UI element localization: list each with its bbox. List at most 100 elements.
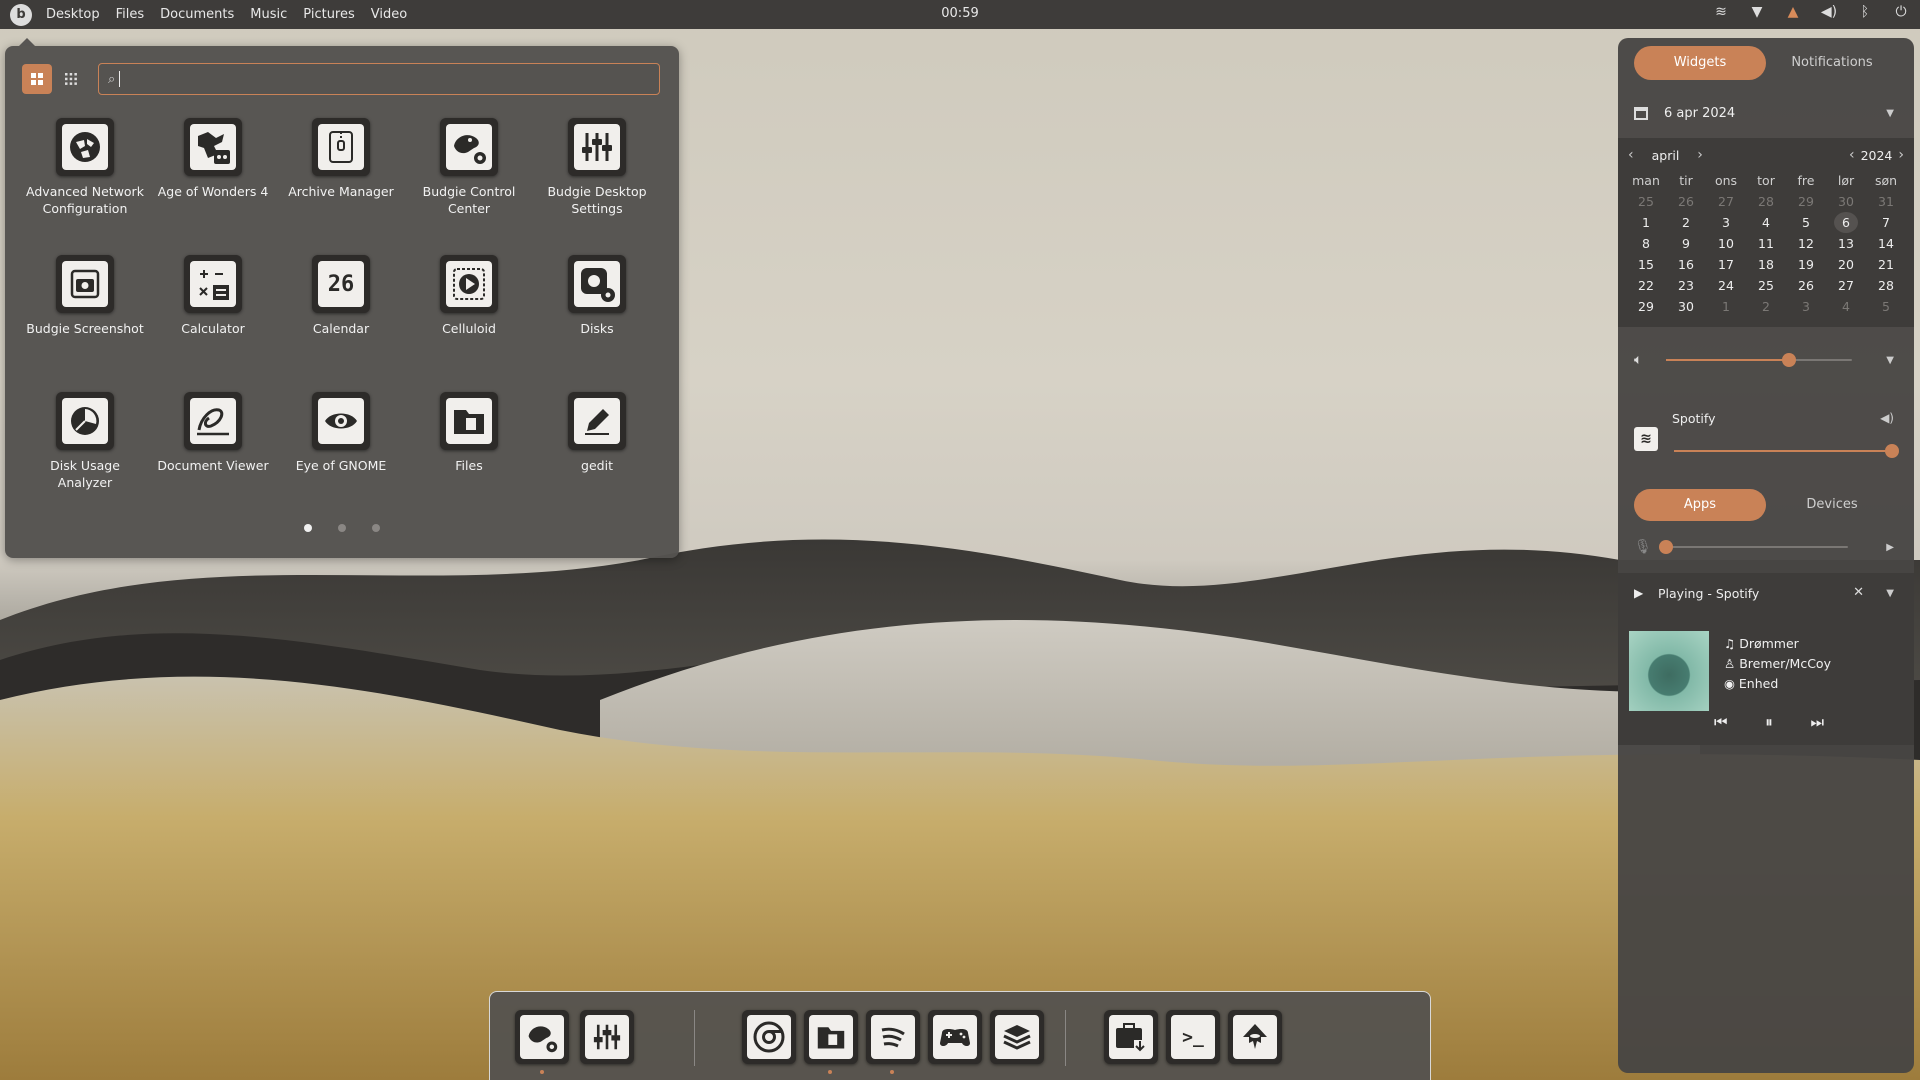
calendar-day[interactable]: 3 xyxy=(1706,212,1746,233)
places-documents[interactable]: Documents xyxy=(160,7,234,22)
calendar-day[interactable]: 3 xyxy=(1786,296,1826,317)
chevron-right-icon[interactable]: ▶ xyxy=(1886,542,1894,553)
calendar-day[interactable]: 25 xyxy=(1746,275,1786,296)
calendar-day[interactable]: 30 xyxy=(1826,191,1866,212)
calendar-day[interactable]: 28 xyxy=(1746,191,1786,212)
calendar-day[interactable]: 13 xyxy=(1826,233,1866,254)
app-gedit[interactable]: gedit xyxy=(533,392,661,474)
next-track-icon[interactable]: ⏭ xyxy=(1810,713,1824,731)
app-archive-manager[interactable]: Archive Manager xyxy=(277,118,405,200)
calendar-day[interactable]: 4 xyxy=(1746,212,1786,233)
power-icon[interactable]: ⏻ xyxy=(1892,4,1910,20)
next-month-button[interactable]: › xyxy=(1697,147,1703,163)
app-disk-usage-analyzer[interactable]: Disk Usage Analyzer xyxy=(21,392,149,491)
close-icon[interactable]: ✕ xyxy=(1853,585,1864,600)
calendar-day[interactable]: 15 xyxy=(1626,254,1666,275)
calendar-day[interactable]: 24 xyxy=(1706,275,1746,296)
speaker-icon[interactable]: 🔈︎ xyxy=(1634,352,1658,368)
calendar-day[interactable]: 28 xyxy=(1866,275,1906,296)
compact-view-button[interactable] xyxy=(56,64,86,94)
dock-inkscape[interactable] xyxy=(1228,1010,1282,1064)
dock-chrome[interactable] xyxy=(742,1010,796,1064)
tab-apps[interactable]: Apps xyxy=(1634,489,1766,521)
previous-track-icon[interactable]: ⏮ xyxy=(1714,713,1728,731)
master-volume-slider[interactable] xyxy=(1666,353,1852,367)
app-budgie-control-center[interactable]: Budgie Control Center xyxy=(405,118,533,217)
dock-budgie-control-center[interactable] xyxy=(515,1010,569,1064)
calendar-day[interactable]: 9 xyxy=(1666,233,1706,254)
dock-spotify[interactable] xyxy=(866,1010,920,1064)
calendar-day[interactable]: 26 xyxy=(1786,275,1826,296)
calendar-day[interactable]: 1 xyxy=(1706,296,1746,317)
app-calendar[interactable]: 26 Calendar xyxy=(277,255,405,337)
clock[interactable]: 00:59 xyxy=(941,6,978,21)
calendar-day[interactable]: 27 xyxy=(1706,191,1746,212)
page-dot-3[interactable] xyxy=(372,524,380,532)
dock-budgie-desktop-settings[interactable] xyxy=(580,1010,634,1064)
calendar-day[interactable]: 14 xyxy=(1866,233,1906,254)
places-music[interactable]: Music xyxy=(250,7,287,22)
app-document-viewer[interactable]: Document Viewer xyxy=(149,392,277,474)
app-budgie-screenshot[interactable]: Budgie Screenshot xyxy=(21,255,149,337)
microphone-slider[interactable] xyxy=(1659,540,1848,554)
page-dot-1[interactable] xyxy=(304,524,312,532)
tab-devices[interactable]: Devices xyxy=(1766,489,1898,521)
app-disks[interactable]: Disks xyxy=(533,255,661,337)
bluetooth-icon[interactable]: ᛒ xyxy=(1856,4,1874,20)
calendar-day[interactable]: 7 xyxy=(1866,212,1906,233)
pause-icon[interactable]: ⏸ xyxy=(1765,713,1773,731)
places-desktop[interactable]: Desktop xyxy=(46,7,100,22)
search-input[interactable] xyxy=(126,70,631,88)
calendar-day[interactable]: 22 xyxy=(1626,275,1666,296)
volume-icon[interactable]: ◀) xyxy=(1820,4,1838,20)
dock-software-installer[interactable] xyxy=(1104,1010,1158,1064)
tab-widgets[interactable]: Widgets xyxy=(1634,46,1766,80)
next-year-button[interactable]: › xyxy=(1898,147,1904,163)
app-calculator[interactable]: Calculator xyxy=(149,255,277,337)
slider-knob[interactable] xyxy=(1885,444,1899,458)
calendar-day[interactable]: 27 xyxy=(1826,275,1866,296)
calendar-day[interactable]: 29 xyxy=(1786,191,1826,212)
spotify-tray-icon[interactable]: ≋ xyxy=(1712,4,1730,20)
prev-month-button[interactable]: ‹ xyxy=(1628,147,1634,163)
slider-knob[interactable] xyxy=(1659,540,1673,554)
wifi-icon[interactable]: ▼ xyxy=(1748,4,1766,20)
calendar-day[interactable]: 29 xyxy=(1626,296,1666,317)
calendar-day[interactable]: 20 xyxy=(1826,254,1866,275)
app-celluloid[interactable]: Celluloid xyxy=(405,255,533,337)
calendar-day[interactable]: 25 xyxy=(1626,191,1666,212)
app-speaker-icon[interactable]: ◀) xyxy=(1880,411,1894,425)
calendar-day[interactable]: 8 xyxy=(1626,233,1666,254)
app-age-of-wonders-4[interactable]: Age of Wonders 4 xyxy=(149,118,277,200)
app-budgie-desktop-settings[interactable]: Budgie Desktop Settings xyxy=(533,118,661,217)
calendar-day[interactable]: 10 xyxy=(1706,233,1746,254)
calendar-day[interactable]: 31 xyxy=(1866,191,1906,212)
dock-stack-app[interactable] xyxy=(990,1010,1044,1064)
calendar-day[interactable]: 2 xyxy=(1746,296,1786,317)
budgie-menu-icon[interactable]: b xyxy=(10,3,32,26)
tab-notifications[interactable]: Notifications xyxy=(1766,46,1898,80)
dock-games[interactable] xyxy=(928,1010,982,1064)
calendar-day[interactable]: 5 xyxy=(1866,296,1906,317)
calendar-day[interactable]: 6 xyxy=(1834,212,1858,233)
search-field[interactable]: ⌕ xyxy=(98,63,660,95)
calendar-day[interactable]: 21 xyxy=(1866,254,1906,275)
calendar-day[interactable]: 1 xyxy=(1626,212,1666,233)
app-eye-of-gnome[interactable]: Eye of GNOME xyxy=(277,392,405,474)
slider-knob[interactable] xyxy=(1781,353,1796,367)
calendar-day[interactable]: 16 xyxy=(1666,254,1706,275)
calendar-day[interactable]: 23 xyxy=(1666,275,1706,296)
page-dot-2[interactable] xyxy=(338,524,346,532)
places-video[interactable]: Video xyxy=(371,7,407,22)
app-advanced-network-configuration[interactable]: Advanced Network Configuration xyxy=(21,118,149,217)
chevron-down-icon[interactable]: ▼ xyxy=(1886,355,1894,366)
play-icon[interactable]: ▶ xyxy=(1634,586,1643,600)
places-pictures[interactable]: Pictures xyxy=(303,7,354,22)
calendar-day[interactable]: 17 xyxy=(1706,254,1746,275)
calendar-day[interactable]: 26 xyxy=(1666,191,1706,212)
dock-terminal[interactable]: >_ xyxy=(1166,1010,1220,1064)
chevron-down-icon[interactable]: ▼ xyxy=(1886,108,1894,119)
calendar-day[interactable]: 12 xyxy=(1786,233,1826,254)
chevron-down-icon[interactable]: ▼ xyxy=(1886,588,1894,599)
calendar-day[interactable]: 11 xyxy=(1746,233,1786,254)
